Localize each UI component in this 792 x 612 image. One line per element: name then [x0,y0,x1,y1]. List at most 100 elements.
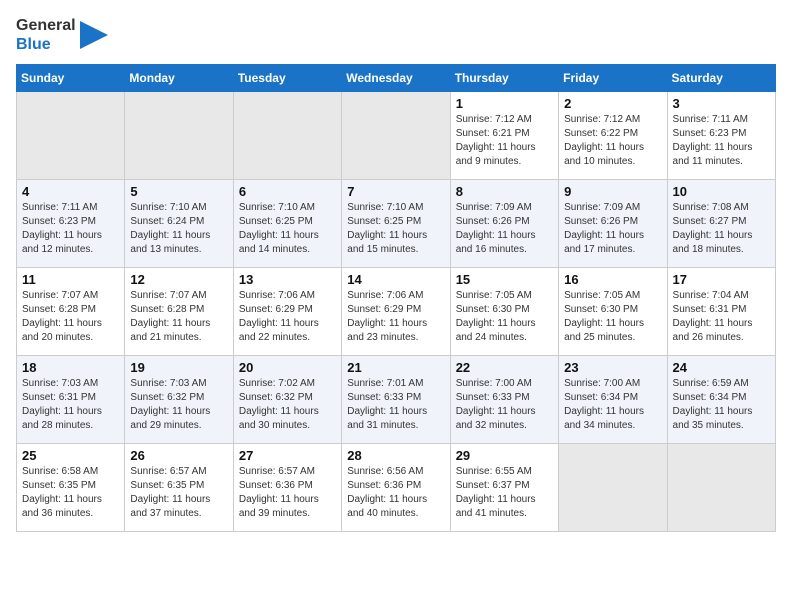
day-number: 6 [239,184,336,199]
header-sunday: Sunday [17,65,125,92]
day-number: 24 [673,360,770,375]
day-info: Sunrise: 7:05 AM Sunset: 6:30 PM Dayligh… [456,289,553,345]
day-number: 22 [456,360,553,375]
day-number: 15 [456,272,553,287]
day-number: 9 [564,184,661,199]
day-info: Sunrise: 7:04 AM Sunset: 6:31 PM Dayligh… [673,289,770,345]
logo-blue: Blue [16,35,51,54]
day-info: Sunrise: 7:03 AM Sunset: 6:31 PM Dayligh… [22,377,119,433]
day-number: 29 [456,448,553,463]
day-info: Sunrise: 6:57 AM Sunset: 6:36 PM Dayligh… [239,465,336,521]
day-number: 20 [239,360,336,375]
day-info: Sunrise: 7:08 AM Sunset: 6:27 PM Dayligh… [673,201,770,257]
header-thursday: Thursday [450,65,558,92]
day-info: Sunrise: 7:10 AM Sunset: 6:24 PM Dayligh… [130,201,227,257]
cell-week1-day0 [17,92,125,180]
day-info: Sunrise: 7:00 AM Sunset: 6:34 PM Dayligh… [564,377,661,433]
day-info: Sunrise: 7:05 AM Sunset: 6:30 PM Dayligh… [564,289,661,345]
day-number: 23 [564,360,661,375]
day-number: 10 [673,184,770,199]
day-info: Sunrise: 7:07 AM Sunset: 6:28 PM Dayligh… [22,289,119,345]
cell-week5-day1: 26 Sunrise: 6:57 AM Sunset: 6:35 PM Dayli… [125,444,233,532]
header-wednesday: Wednesday [342,65,450,92]
header-tuesday: Tuesday [233,65,341,92]
day-number: 18 [22,360,119,375]
cell-week5-day2: 27Sunrise: 6:57 AM Sunset: 6:36 PM Dayli… [233,444,341,532]
header-friday: Friday [559,65,667,92]
week-row-3: 11 Sunrise: 7:07 AM Sunset: 6:28 PM Dayli… [17,268,776,356]
day-number: 11 [22,272,119,287]
day-info: Sunrise: 7:11 AM Sunset: 6:23 PM Dayligh… [673,113,770,169]
day-number: 12 [130,272,227,287]
day-number: 21 [347,360,444,375]
day-info: Sunrise: 7:01 AM Sunset: 6:33 PM Dayligh… [347,377,444,433]
header-saturday: Saturday [667,65,775,92]
day-number: 3 [673,96,770,111]
cell-week3-day5: 16 Sunrise: 7:05 AM Sunset: 6:30 PM Dayli… [559,268,667,356]
day-number: 16 [564,272,661,287]
cell-week4-day0: 18 Sunrise: 7:03 AM Sunset: 6:31 PM Dayli… [17,356,125,444]
logo-general: General [16,16,76,35]
day-info: Sunrise: 7:11 AM Sunset: 6:23 PM Dayligh… [22,201,119,257]
header: General Blue [16,16,776,54]
cell-week3-day4: 15 Sunrise: 7:05 AM Sunset: 6:30 PM Dayli… [450,268,558,356]
cell-week4-day4: 22 Sunrise: 7:00 AM Sunset: 6:33 PM Dayli… [450,356,558,444]
cell-week4-day3: 21 Sunrise: 7:01 AM Sunset: 6:33 PM Dayli… [342,356,450,444]
day-info: Sunrise: 6:57 AM Sunset: 6:35 PM Dayligh… [130,465,227,521]
day-number: 19 [130,360,227,375]
day-number: 5 [130,184,227,199]
day-info: Sunrise: 6:58 AM Sunset: 6:35 PM Dayligh… [22,465,119,521]
week-row-4: 18 Sunrise: 7:03 AM Sunset: 6:31 PM Dayli… [17,356,776,444]
day-info: Sunrise: 7:06 AM Sunset: 6:29 PM Dayligh… [347,289,444,345]
cell-week5-day5 [559,444,667,532]
cell-week4-day1: 19 Sunrise: 7:03 AM Sunset: 6:32 PM Dayli… [125,356,233,444]
cell-week1-day3 [342,92,450,180]
week-row-5: 25Sunrise: 6:58 AM Sunset: 6:35 PM Dayli… [17,444,776,532]
logo: General Blue [16,16,108,54]
week-row-2: 4Sunrise: 7:11 AM Sunset: 6:23 PM Daylig… [17,180,776,268]
header-monday: Monday [125,65,233,92]
day-info: Sunrise: 7:00 AM Sunset: 6:33 PM Dayligh… [456,377,553,433]
weekday-header-row: SundayMondayTuesdayWednesdayThursdayFrid… [17,65,776,92]
day-info: Sunrise: 7:12 AM Sunset: 6:21 PM Dayligh… [456,113,553,169]
cell-week2-day0: 4Sunrise: 7:11 AM Sunset: 6:23 PM Daylig… [17,180,125,268]
day-number: 17 [673,272,770,287]
cell-week2-day4: 8 Sunrise: 7:09 AM Sunset: 6:26 PM Daylig… [450,180,558,268]
cell-week3-day6: 17 Sunrise: 7:04 AM Sunset: 6:31 PM Dayli… [667,268,775,356]
cell-week2-day3: 7Sunrise: 7:10 AM Sunset: 6:25 PM Daylig… [342,180,450,268]
day-info: Sunrise: 7:02 AM Sunset: 6:32 PM Dayligh… [239,377,336,433]
week-row-1: 1 Sunrise: 7:12 AM Sunset: 6:21 PM Daylig… [17,92,776,180]
cell-week3-day3: 14Sunrise: 7:06 AM Sunset: 6:29 PM Dayli… [342,268,450,356]
cell-week5-day4: 29 Sunrise: 6:55 AM Sunset: 6:37 PM Dayli… [450,444,558,532]
cell-week3-day2: 13 Sunrise: 7:06 AM Sunset: 6:29 PM Dayli… [233,268,341,356]
day-number: 1 [456,96,553,111]
day-info: Sunrise: 7:07 AM Sunset: 6:28 PM Dayligh… [130,289,227,345]
day-info: Sunrise: 7:10 AM Sunset: 6:25 PM Dayligh… [239,201,336,257]
cell-week5-day0: 25Sunrise: 6:58 AM Sunset: 6:35 PM Dayli… [17,444,125,532]
cell-week2-day1: 5 Sunrise: 7:10 AM Sunset: 6:24 PM Daylig… [125,180,233,268]
cell-week5-day6 [667,444,775,532]
day-info: Sunrise: 6:56 AM Sunset: 6:36 PM Dayligh… [347,465,444,521]
day-info: Sunrise: 7:12 AM Sunset: 6:22 PM Dayligh… [564,113,661,169]
cell-week1-day2 [233,92,341,180]
day-info: Sunrise: 7:09 AM Sunset: 6:26 PM Dayligh… [456,201,553,257]
day-info: Sunrise: 6:55 AM Sunset: 6:37 PM Dayligh… [456,465,553,521]
day-number: 7 [347,184,444,199]
cell-week2-day6: 10 Sunrise: 7:08 AM Sunset: 6:27 PM Dayli… [667,180,775,268]
day-number: 8 [456,184,553,199]
cell-week1-day4: 1 Sunrise: 7:12 AM Sunset: 6:21 PM Daylig… [450,92,558,180]
cell-week5-day3: 28 Sunrise: 6:56 AM Sunset: 6:36 PM Dayli… [342,444,450,532]
cell-week3-day0: 11 Sunrise: 7:07 AM Sunset: 6:28 PM Dayli… [17,268,125,356]
cell-week2-day2: 6 Sunrise: 7:10 AM Sunset: 6:25 PM Daylig… [233,180,341,268]
cell-week4-day2: 20 Sunrise: 7:02 AM Sunset: 6:32 PM Dayli… [233,356,341,444]
day-number: 13 [239,272,336,287]
day-number: 26 [130,448,227,463]
day-number: 28 [347,448,444,463]
cell-week2-day5: 9 Sunrise: 7:09 AM Sunset: 6:26 PM Daylig… [559,180,667,268]
day-info: Sunrise: 7:09 AM Sunset: 6:26 PM Dayligh… [564,201,661,257]
day-info: Sunrise: 6:59 AM Sunset: 6:34 PM Dayligh… [673,377,770,433]
logo-arrow-icon [80,21,108,49]
day-info: Sunrise: 7:06 AM Sunset: 6:29 PM Dayligh… [239,289,336,345]
day-info: Sunrise: 7:03 AM Sunset: 6:32 PM Dayligh… [130,377,227,433]
cell-week4-day6: 24 Sunrise: 6:59 AM Sunset: 6:34 PM Dayli… [667,356,775,444]
